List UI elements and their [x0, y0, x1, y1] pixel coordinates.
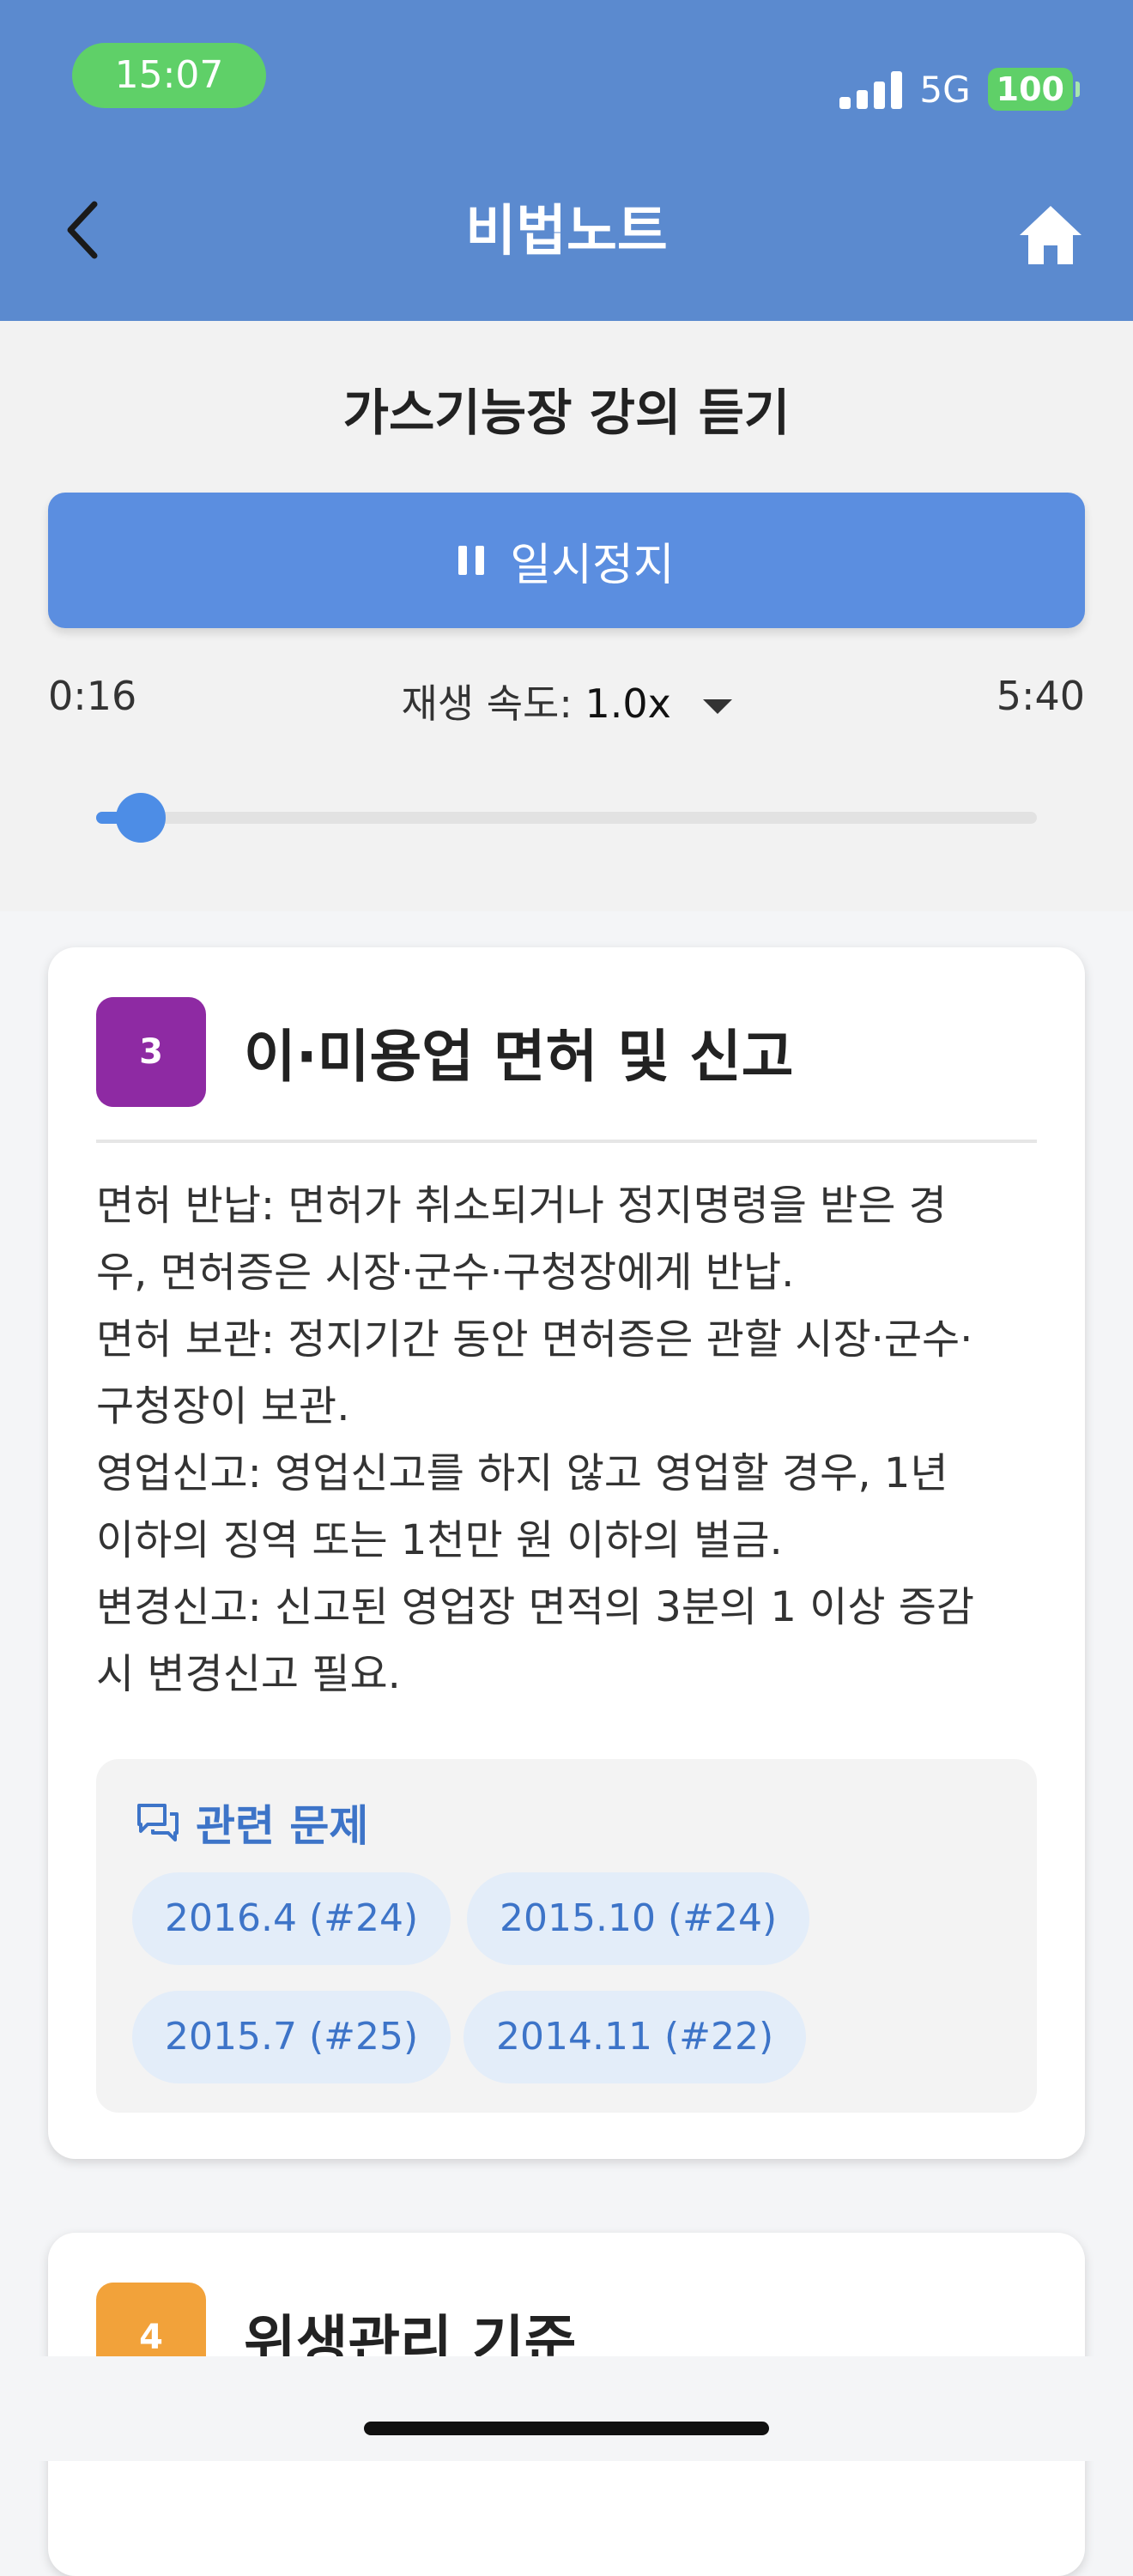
chevron-down-icon	[702, 699, 732, 714]
body-line: 변경신고: 신고된 영업장 면적의 3분의 1 이상 증감	[96, 1583, 975, 1631]
pause-icon	[458, 546, 485, 575]
pause-label: 일시정지	[510, 539, 675, 591]
card-title: 이·미용업 면허 및 신고	[244, 1024, 794, 1090]
body-line: 영업신고: 영업신고를 하지 않고 영업할 경우, 1년	[96, 1449, 948, 1497]
total-time: 5:40	[996, 673, 1085, 719]
related-header: 관련 문제	[136, 1792, 368, 1853]
pause-button[interactable]: 일시정지	[48, 493, 1085, 628]
body-line: 구청장이 보관.	[96, 1382, 350, 1430]
speed-value: 1.0x	[585, 680, 671, 727]
status-time: 15:07	[72, 43, 266, 108]
chat-icon	[137, 1804, 179, 1841]
battery-icon: 100	[987, 68, 1081, 111]
time-row: 0:16 재생 속도: 1.0x 5:40	[48, 673, 1085, 733]
bottom-safe-area	[0, 2356, 1133, 2461]
home-icon	[1020, 206, 1082, 264]
body-line: 우, 면허증은 시장·군수·구청장에게 반납.	[96, 1249, 795, 1297]
progress-slider[interactable]	[96, 793, 1037, 843]
status-indicators: 5G 100	[839, 62, 1081, 117]
body-line: 면허 보관: 정지기간 동안 면허증은 관할 시장·군수·	[96, 1315, 973, 1364]
card-number-badge: 3	[96, 997, 206, 1107]
speed-selector[interactable]: 재생 속도: 1.0x	[48, 673, 1085, 729]
question-chip[interactable]: 2014.11 (#22)	[464, 1991, 807, 2083]
divider	[96, 1140, 1037, 1143]
app-header: 15:07 5G 100 비법노트	[0, 0, 1133, 321]
speed-label: 재생 속도:	[401, 680, 573, 727]
body-line: 면허 반납: 면허가 취소되거나 정지명령을 받은 경	[96, 1182, 947, 1230]
signal-icon	[839, 70, 903, 109]
home-indicator	[364, 2422, 769, 2435]
player-title: 가스기능장 강의 듣기	[342, 384, 791, 442]
home-button[interactable]	[1016, 203, 1085, 268]
card-body: 면허 반납: 면허가 취소되거나 정지명령을 받은 경 우, 면허증은 시장·군…	[96, 1172, 1040, 1708]
related-questions: 관련 문제 2016.4 (#24) 2015.10 (#24) 2015.7 …	[96, 1759, 1037, 2113]
audio-player: 가스기능장 강의 듣기 일시정지 0:16 재생 속도: 1.0x 5:40	[0, 321, 1133, 911]
page-title: 비법노트	[465, 200, 668, 263]
body-line: 이하의 징역 또는 1천만 원 이하의 벌금.	[96, 1516, 783, 1564]
question-chip[interactable]: 2015.10 (#24)	[467, 1872, 810, 1965]
network-label: 5G	[919, 68, 971, 111]
question-chip[interactable]: 2016.4 (#24)	[132, 1872, 451, 1965]
topic-card: 3 이·미용업 면허 및 신고 면허 반납: 면허가 취소되거나 정지명령을 받…	[48, 947, 1085, 2159]
slider-thumb[interactable]	[115, 793, 166, 843]
related-title: 관련 문제	[196, 1801, 369, 1851]
question-chip[interactable]: 2015.7 (#25)	[132, 1991, 451, 2083]
body-line: 시 변경신고 필요.	[96, 1650, 401, 1698]
card-header: 3 이·미용업 면허 및 신고	[96, 997, 794, 1107]
